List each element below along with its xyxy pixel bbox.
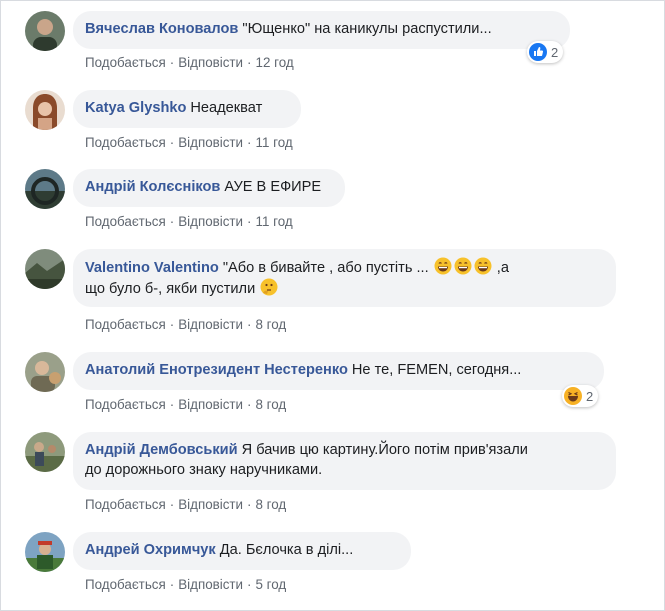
avatar[interactable]: [25, 532, 65, 572]
separator: ·: [247, 397, 252, 412]
comment-actions: Подобається · Відповісти · 5 год: [85, 577, 286, 592]
thumbs-up-icon: [529, 43, 547, 61]
comment-text: "Або в бивайте , або пустіть ...: [222, 260, 429, 276]
comment-actions: Подобається · Відповісти · 11 год: [85, 214, 293, 229]
separator: ·: [169, 135, 175, 150]
separator: ·: [169, 214, 175, 229]
avatar[interactable]: [25, 169, 65, 209]
reply-link[interactable]: Відповісти: [178, 135, 243, 150]
timestamp[interactable]: 8 год: [256, 317, 287, 332]
reply-link[interactable]: Відповісти: [178, 397, 243, 412]
separator: ·: [247, 317, 252, 332]
comment-text: Неадекват: [190, 100, 263, 116]
comment-text: "Ющенко" на каникулы распустили...: [242, 21, 492, 37]
reply-link[interactable]: Відповісти: [178, 577, 243, 592]
separator: ·: [247, 135, 252, 150]
comment-bubble: Андрей Охримчук Да. Бєлочка в ділі...: [73, 532, 411, 570]
like-link[interactable]: Подобається: [85, 55, 166, 70]
grinning-face-icon: [454, 257, 472, 275]
avatar[interactable]: [25, 249, 65, 289]
avatar[interactable]: [25, 90, 65, 130]
reply-link[interactable]: Відповісти: [178, 214, 243, 229]
comment-author[interactable]: Андрій Колєсніков: [85, 179, 220, 195]
like-link[interactable]: Подобається: [85, 214, 166, 229]
comment-bubble: Андрій Дембовський Я бачив цю картину.Йог…: [73, 432, 616, 490]
comment-text: Не те, FEMEN, сегодня...: [351, 362, 522, 378]
separator: ·: [169, 397, 175, 412]
reply-link[interactable]: Відповісти: [178, 497, 243, 512]
like-link[interactable]: Подобається: [85, 497, 166, 512]
comment-text: ,а: [492, 260, 509, 276]
comment-text: Да. Бєлочка в ділі...: [219, 542, 354, 558]
grinning-face-icon: [434, 257, 452, 275]
separator: ·: [169, 55, 175, 70]
timestamp[interactable]: 5 год: [256, 577, 287, 592]
separator: ·: [247, 577, 252, 592]
comment-actions: Подобається · Відповісти · 8 год: [85, 397, 286, 412]
comment-text: АУЕ В ЕФИРЕ: [224, 179, 322, 195]
comment-text: до дорожнього знаку наручниками.: [85, 462, 323, 478]
reply-link[interactable]: Відповісти: [178, 55, 243, 70]
comment-author[interactable]: Вячеслав Коновалов: [85, 21, 238, 37]
timestamp[interactable]: 8 год: [256, 397, 287, 412]
like-link[interactable]: Подобається: [85, 397, 166, 412]
comment-author[interactable]: Андрей Охримчук: [85, 542, 216, 558]
like-link[interactable]: Подобається: [85, 577, 166, 592]
separator: ·: [247, 497, 252, 512]
like-link[interactable]: Подобається: [85, 135, 166, 150]
reaction-count: 2: [551, 44, 559, 60]
thinking-face-icon: [260, 278, 278, 296]
comment-actions: Подобається · Відповісти · 11 год: [85, 135, 293, 150]
comment-author[interactable]: Андрій Дембовський: [85, 442, 238, 458]
avatar[interactable]: [25, 352, 65, 392]
comment-text: що було б-, якби пустили: [85, 281, 256, 297]
separator: ·: [169, 317, 175, 332]
grinning-face-icon: [474, 257, 492, 275]
comment-bubble: Андрій Колєсніков АУЕ В ЕФИРЕ: [73, 169, 345, 207]
comment-author[interactable]: Анатолий Енотрезидент Нестеренко: [85, 362, 348, 378]
reply-link[interactable]: Відповісти: [178, 317, 243, 332]
reaction-count: 2: [586, 388, 594, 404]
avatar[interactable]: [25, 11, 65, 51]
laughing-face-icon: [564, 387, 582, 405]
comment-bubble: Valentino Valentino "Або в бивайте , або …: [73, 249, 616, 307]
timestamp[interactable]: 12 год: [256, 55, 294, 70]
separator: ·: [169, 577, 175, 592]
comment-author[interactable]: Valentino Valentino: [85, 260, 219, 276]
separator: ·: [169, 497, 175, 512]
comment-author[interactable]: Katya Glyshko: [85, 100, 186, 116]
like-link[interactable]: Подобається: [85, 317, 166, 332]
timestamp[interactable]: 11 год: [256, 135, 293, 150]
reactions-count[interactable]: 2: [562, 385, 599, 407]
timestamp[interactable]: 11 год: [256, 214, 293, 229]
comment-bubble: Katya Glyshko Неадекват: [73, 90, 301, 128]
comment-bubble: Анатолий Енотрезидент Нестеренко Не те, F…: [73, 352, 604, 390]
timestamp[interactable]: 8 год: [256, 497, 287, 512]
avatar[interactable]: [25, 432, 65, 472]
comment-actions: Подобається · Відповісти · 12 год: [85, 55, 294, 70]
comment-text: Я бачив цю картину.Його потім прив'язали: [241, 442, 528, 458]
separator: ·: [247, 214, 252, 229]
reactions-count[interactable]: 2: [527, 41, 564, 63]
comment-bubble: Вячеслав Коновалов "Ющенко" на каникулы р…: [73, 11, 570, 49]
separator: ·: [247, 55, 252, 70]
comment-actions: Подобається · Відповісти · 8 год: [85, 497, 286, 512]
comment-actions: Подобається · Відповісти · 8 год: [85, 317, 286, 332]
